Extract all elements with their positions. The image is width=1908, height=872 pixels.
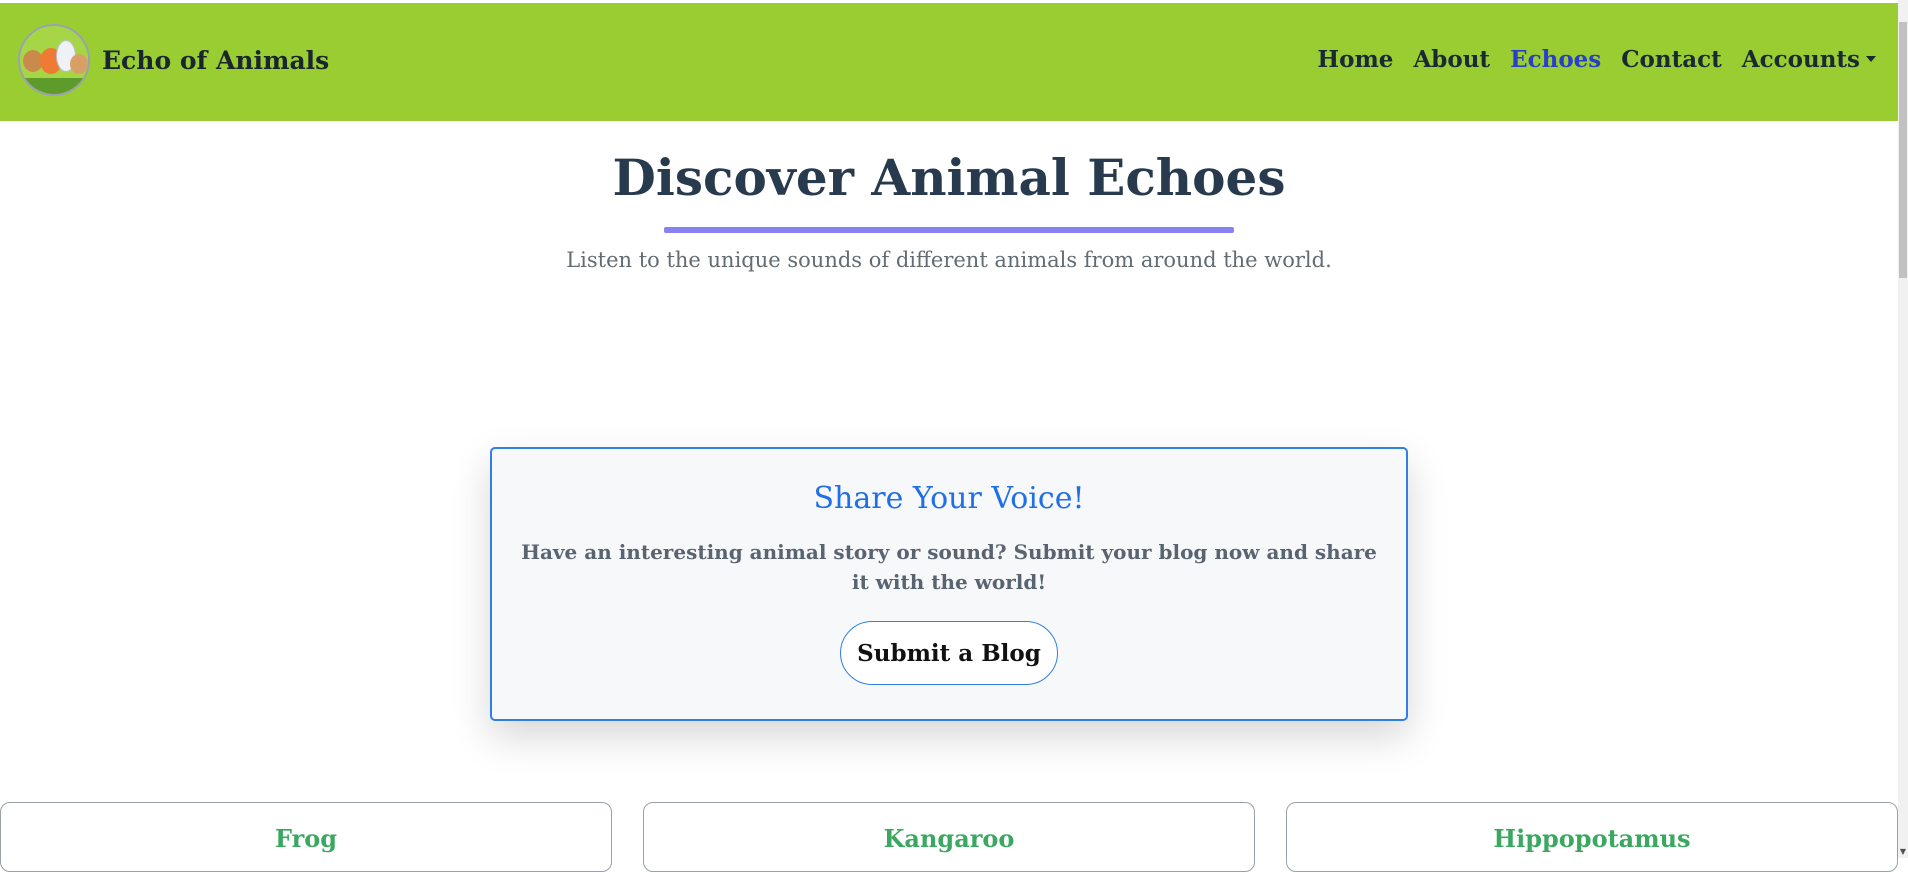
submit-blog-button[interactable]: Submit a Blog bbox=[840, 621, 1058, 685]
share-voice-card: Share Your Voice! Have an interesting an… bbox=[490, 447, 1408, 721]
brand-name: Echo of Animals bbox=[102, 45, 330, 75]
nav-item-echoes[interactable]: Echoes bbox=[1510, 46, 1601, 73]
scrollbar-thumb[interactable] bbox=[1899, 22, 1907, 278]
animal-card-title: Frog bbox=[274, 824, 338, 853]
nav-links: Home About Echoes Contact Accounts bbox=[1297, 3, 1876, 115]
brand-logo bbox=[18, 24, 90, 96]
scroll-down-arrow-icon[interactable]: ▼ bbox=[1898, 846, 1908, 858]
share-card-title: Share Your Voice! bbox=[813, 481, 1085, 516]
nav-item-home[interactable]: Home bbox=[1317, 46, 1393, 73]
nav-item-accounts-label: Accounts bbox=[1741, 45, 1860, 73]
title-underline bbox=[664, 227, 1234, 233]
brand-link[interactable]: Echo of Animals bbox=[18, 22, 329, 98]
animal-card-title: Hippopotamus bbox=[1493, 824, 1691, 853]
animal-card-kangaroo[interactable]: Kangaroo bbox=[643, 802, 1255, 872]
share-card-text: Have an interesting animal story or soun… bbox=[521, 540, 1377, 594]
page-subtitle: Listen to the unique sounds of different… bbox=[566, 248, 1332, 272]
animal-card-title: Kangaroo bbox=[883, 824, 1015, 853]
scrollbar[interactable]: ▼ bbox=[1898, 0, 1908, 858]
nav-item-contact[interactable]: Contact bbox=[1621, 46, 1722, 73]
animal-card-frog[interactable]: Frog bbox=[0, 802, 612, 872]
animal-card-hippopotamus[interactable]: Hippopotamus bbox=[1286, 802, 1898, 872]
caret-down-icon bbox=[1866, 55, 1876, 62]
navbar: Echo of Animals Home About Echoes Contac… bbox=[0, 3, 1898, 121]
page-title: Discover Animal Echoes bbox=[612, 148, 1286, 207]
nav-item-about[interactable]: About bbox=[1413, 46, 1490, 73]
nav-item-accounts[interactable]: Accounts bbox=[1742, 46, 1876, 73]
